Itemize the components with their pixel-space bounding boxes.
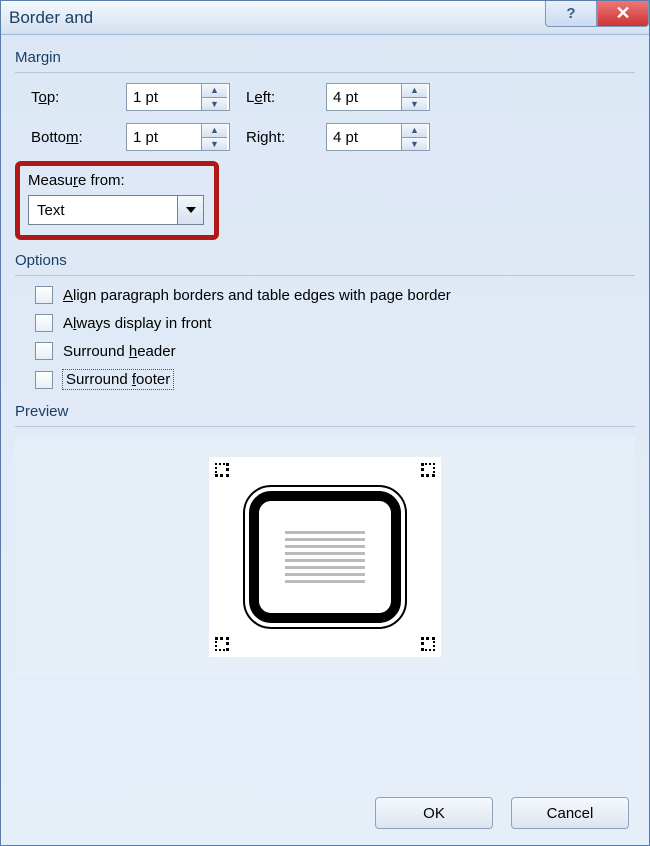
margin-group-title: Margin [15,45,635,73]
measure-from-highlight: Measure from: Text [15,161,219,240]
cancel-button[interactable]: Cancel [511,797,629,829]
margin-left-spinner[interactable]: ▲ ▼ [326,83,430,111]
spinner-up-icon[interactable]: ▲ [402,84,427,98]
option-label: Align paragraph borders and table edges … [63,287,451,304]
option-always-front[interactable]: Always display in front [35,314,635,332]
margin-top-spinner[interactable]: ▲ ▼ [126,83,230,111]
margin-grid: Top: ▲ ▼ Left: ▲ ▼ Bottom: [15,83,635,151]
spinner-buttons: ▲ ▼ [401,84,427,110]
checkbox-icon[interactable] [35,314,53,332]
margin-right-label: Right: [246,129,316,146]
page-border-preview [249,491,401,623]
spinner-buttons: ▲ ▼ [201,124,227,150]
checkbox-icon[interactable] [35,371,53,389]
margin-group: Margin Top: ▲ ▼ Left: ▲ ▼ [15,45,635,151]
spinner-up-icon[interactable]: ▲ [402,124,427,138]
preview-canvas [209,457,441,657]
option-surround-header[interactable]: Surround header [35,342,635,360]
dialog-content: Margin Top: ▲ ▼ Left: ▲ ▼ [1,35,649,701]
crop-mark-icon [421,463,435,477]
margin-top-label: Top: [31,89,116,106]
preview-group: Preview [15,399,635,677]
spinner-up-icon[interactable]: ▲ [202,84,227,98]
margin-right-input[interactable] [327,124,401,150]
crop-mark-icon [215,463,229,477]
measure-from-label: Measure from: [28,172,206,189]
chevron-down-icon[interactable] [177,196,203,224]
ok-button[interactable]: OK [375,797,493,829]
titlebar: Border and ? ✕ [1,1,649,35]
measure-from-dropdown[interactable]: Text [28,195,204,225]
checkbox-icon[interactable] [35,342,53,360]
option-align-borders[interactable]: Align paragraph borders and table edges … [35,286,635,304]
margin-bottom-spinner[interactable]: ▲ ▼ [126,123,230,151]
option-label: Always display in front [63,315,211,332]
spinner-down-icon[interactable]: ▼ [402,98,427,111]
margin-bottom-label: Bottom: [31,129,116,146]
checkbox-icon[interactable] [35,286,53,304]
close-button[interactable]: ✕ [597,1,649,27]
option-label: Surround footer [63,370,173,389]
margin-top-input[interactable] [127,84,201,110]
spinner-down-icon[interactable]: ▼ [202,98,227,111]
preview-area [15,437,635,677]
options-list: Align paragraph borders and table edges … [15,286,635,389]
preview-group-title: Preview [15,399,635,427]
margin-right-spinner[interactable]: ▲ ▼ [326,123,430,151]
option-label: Surround header [63,343,176,360]
margin-bottom-input[interactable] [127,124,201,150]
option-surround-footer[interactable]: Surround footer [35,370,635,389]
margin-left-label: Left: [246,89,316,106]
dialog-window: Border and ? ✕ Margin Top: ▲ ▼ Left: [0,0,650,846]
options-group-title: Options [15,248,635,276]
dialog-title: Border and [9,8,93,28]
help-button[interactable]: ? [545,1,597,27]
spinner-buttons: ▲ ▼ [401,124,427,150]
margin-left-input[interactable] [327,84,401,110]
crop-mark-icon [421,637,435,651]
spinner-down-icon[interactable]: ▼ [202,138,227,151]
title-controls: ? ✕ [545,1,649,27]
options-group: Options Align paragraph borders and tabl… [15,248,635,389]
spinner-up-icon[interactable]: ▲ [202,124,227,138]
text-lines-icon [285,531,365,583]
crop-mark-icon [215,637,229,651]
spinner-down-icon[interactable]: ▼ [402,138,427,151]
dialog-buttons: OK Cancel [375,797,629,829]
spinner-buttons: ▲ ▼ [201,84,227,110]
measure-from-value: Text [29,202,177,219]
